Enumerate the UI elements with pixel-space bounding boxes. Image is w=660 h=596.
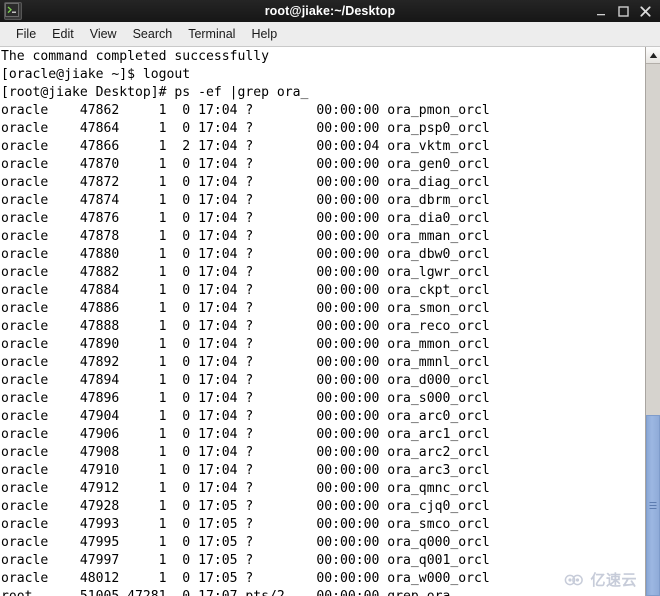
terminal-line: oracle 47886 1 0 17:04 ? 00:00:00 ora_sm… — [1, 301, 490, 316]
terminal-line: oracle 47904 1 0 17:04 ? 00:00:00 ora_ar… — [1, 409, 490, 424]
window-controls — [595, 3, 660, 19]
terminal-line: oracle 47894 1 0 17:04 ? 00:00:00 ora_d0… — [1, 373, 490, 388]
terminal-line: oracle 47997 1 0 17:05 ? 00:00:00 ora_q0… — [1, 553, 490, 568]
close-button[interactable] — [639, 4, 651, 18]
menu-item-help[interactable]: Help — [243, 25, 285, 43]
terminal-text: The command completed successfully [oracl… — [1, 48, 490, 596]
menu-item-view[interactable]: View — [82, 25, 125, 43]
menu-item-terminal[interactable]: Terminal — [180, 25, 243, 43]
window-titlebar: root@jiake:~/Desktop — [0, 0, 660, 22]
scrollbar-thumb[interactable] — [646, 415, 660, 596]
terminal-line: oracle 47910 1 0 17:04 ? 00:00:00 ora_ar… — [1, 463, 490, 478]
terminal-line: oracle 47892 1 0 17:04 ? 00:00:00 ora_mm… — [1, 355, 490, 370]
terminal-line: oracle 47870 1 0 17:04 ? 00:00:00 ora_ge… — [1, 157, 490, 172]
terminal-line: oracle 47876 1 0 17:04 ? 00:00:00 ora_di… — [1, 211, 490, 226]
maximize-button[interactable] — [617, 4, 629, 18]
terminal-line: oracle 47884 1 0 17:04 ? 00:00:00 ora_ck… — [1, 283, 490, 298]
terminal-output[interactable]: The command completed successfully [oracl… — [0, 47, 645, 596]
terminal-line: oracle 47878 1 0 17:04 ? 00:00:00 ora_mm… — [1, 229, 490, 244]
terminal-line: oracle 47862 1 0 17:04 ? 00:00:00 ora_pm… — [1, 103, 490, 118]
menu-item-search[interactable]: Search — [125, 25, 181, 43]
terminal-line: oracle 47864 1 0 17:04 ? 00:00:00 ora_ps… — [1, 121, 490, 136]
terminal-area: The command completed successfully [oracl… — [0, 47, 660, 596]
terminal-line: [root@jiake Desktop]# ps -ef |grep ora_ — [1, 85, 309, 100]
terminal-line: The command completed successfully — [1, 49, 270, 64]
terminal-line: oracle 48012 1 0 17:05 ? 00:00:00 ora_w0… — [1, 571, 490, 586]
scrollbar-grip-icon — [649, 501, 657, 510]
terminal-window: root@jiake:~/Desktop File Edit View Sear… — [0, 0, 660, 596]
terminal-line: oracle 47993 1 0 17:05 ? 00:00:00 ora_sm… — [1, 517, 490, 532]
menu-item-file[interactable]: File — [8, 25, 44, 43]
menu-item-edit[interactable]: Edit — [44, 25, 82, 43]
terminal-line: oracle 47908 1 0 17:04 ? 00:00:00 ora_ar… — [1, 445, 490, 460]
terminal-line: oracle 47890 1 0 17:04 ? 00:00:00 ora_mm… — [1, 337, 490, 352]
menubar: File Edit View Search Terminal Help — [0, 22, 660, 47]
terminal-line: oracle 47912 1 0 17:04 ? 00:00:00 ora_qm… — [1, 481, 490, 496]
window-title: root@jiake:~/Desktop — [264, 4, 396, 18]
terminal-line: oracle 47866 1 2 17:04 ? 00:00:04 ora_vk… — [1, 139, 490, 154]
minimize-button[interactable] — [595, 3, 607, 19]
scrollbar-trough[interactable] — [646, 64, 660, 596]
terminal-line: oracle 47995 1 0 17:05 ? 00:00:00 ora_q0… — [1, 535, 490, 550]
terminal-line: oracle 47882 1 0 17:04 ? 00:00:00 ora_lg… — [1, 265, 490, 280]
terminal-line: oracle 47874 1 0 17:04 ? 00:00:00 ora_db… — [1, 193, 490, 208]
terminal-line: oracle 47906 1 0 17:04 ? 00:00:00 ora_ar… — [1, 427, 490, 442]
terminal-line: oracle 47928 1 0 17:05 ? 00:00:00 ora_cj… — [1, 499, 490, 514]
terminal-line: oracle 47872 1 0 17:04 ? 00:00:00 ora_di… — [1, 175, 490, 190]
terminal-scrollbar[interactable] — [645, 47, 660, 596]
scroll-up-arrow-icon[interactable] — [646, 47, 660, 64]
terminal-line: [oracle@jiake ~]$ logout — [1, 67, 191, 82]
terminal-line: root 51005 47281 0 17:07 pts/2 00:00:00 … — [1, 588, 490, 596]
terminal-line: oracle 47880 1 0 17:04 ? 00:00:00 ora_db… — [1, 247, 490, 262]
terminal-line: oracle 47896 1 0 17:04 ? 00:00:00 ora_s0… — [1, 391, 490, 406]
terminal-line: oracle 47888 1 0 17:04 ? 00:00:00 ora_re… — [1, 319, 490, 334]
